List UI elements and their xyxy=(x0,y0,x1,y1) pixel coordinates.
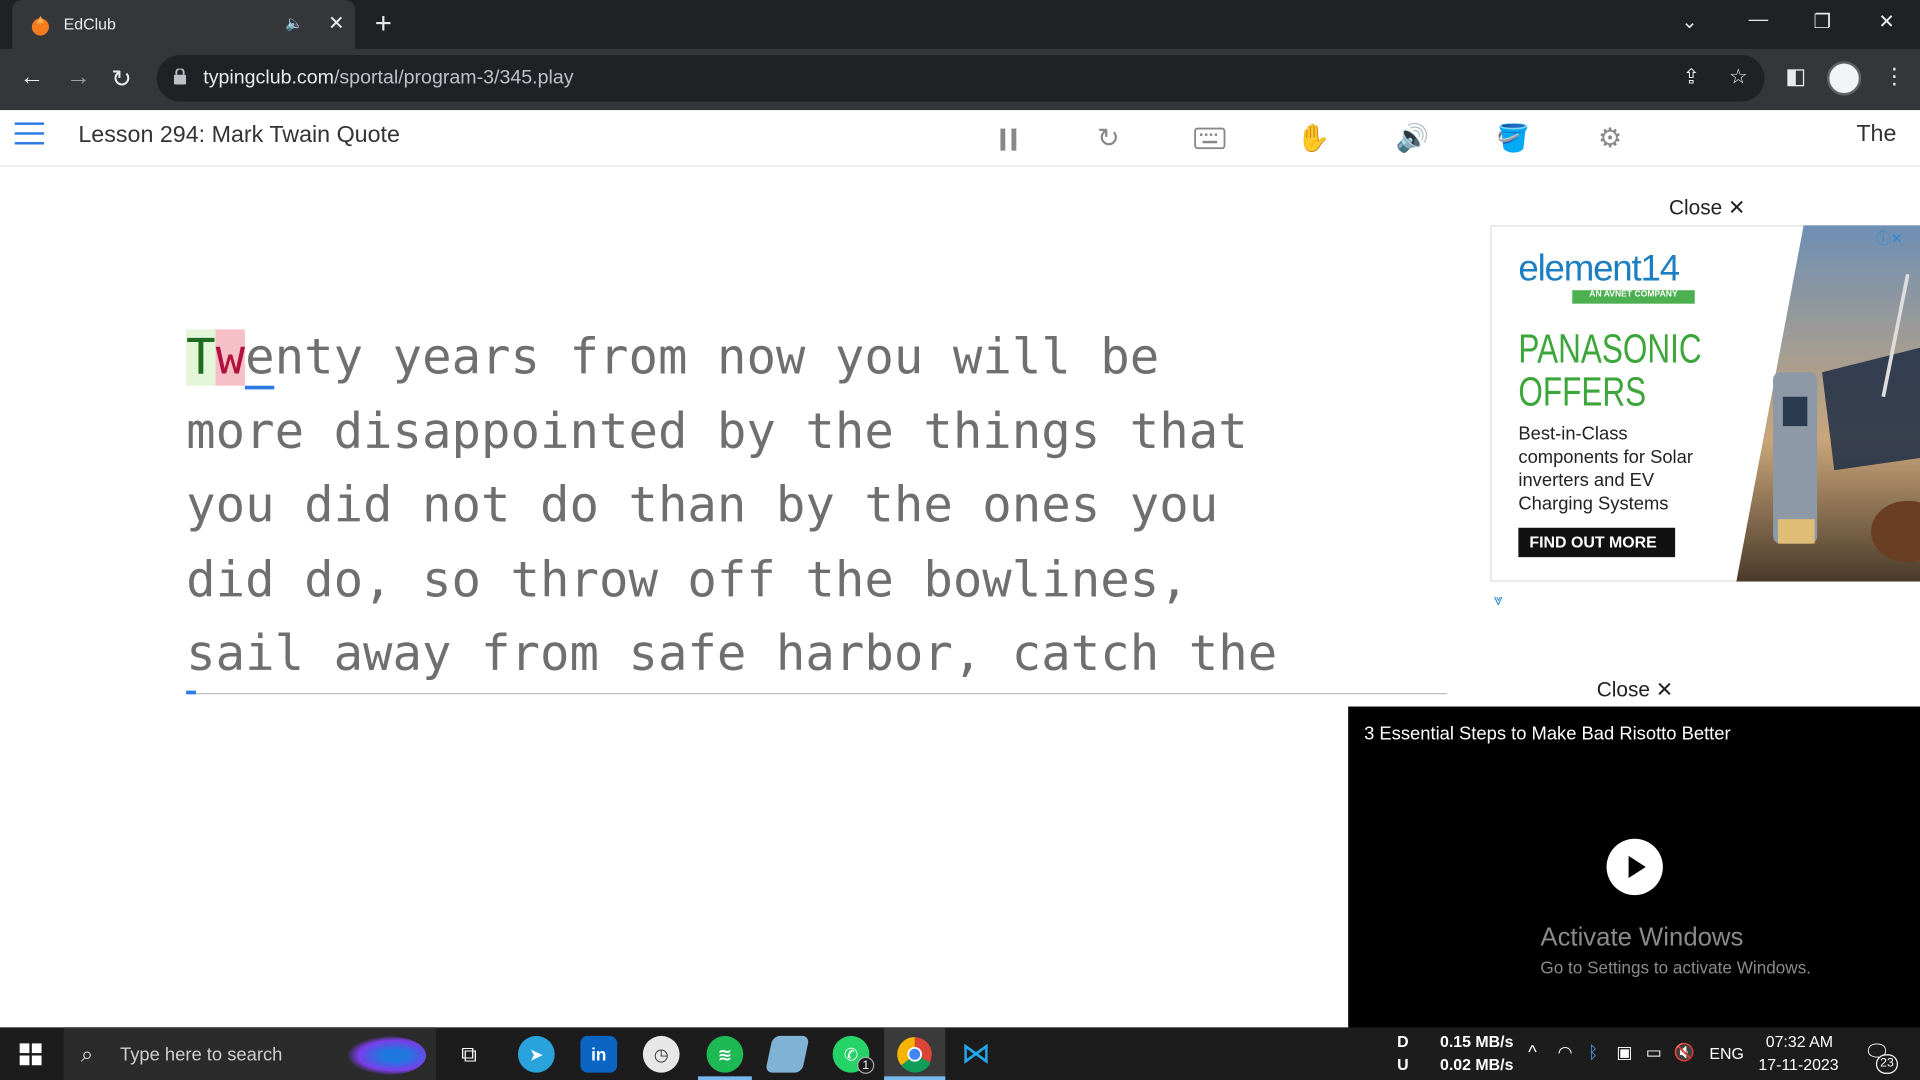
profile-avatar[interactable] xyxy=(1826,61,1862,96)
menu-icon[interactable] xyxy=(14,122,45,146)
typing-line: you did not do than by the ones you xyxy=(186,477,1219,534)
typed-correct-char: T xyxy=(186,329,216,386)
bookmark-star-icon[interactable]: ☆ xyxy=(1729,65,1748,89)
activate-windows-subtitle: Go to Settings to activate Windows. xyxy=(1540,957,1812,978)
typing-divider xyxy=(186,693,1448,695)
settings-icon[interactable]: ⚙ xyxy=(1598,122,1622,154)
lesson-header: Lesson 294: Mark Twain Quote ↻ ✋ 🔊 🪣 ⚙ T… xyxy=(0,110,1920,167)
ad-info-icon[interactable]: ⓘ✕ xyxy=(1876,228,1903,249)
clock-time[interactable]: 07:32 AM xyxy=(1766,1032,1833,1050)
net-up-speed: 0.02 MB/s xyxy=(1440,1055,1514,1074)
tray-chevron-icon[interactable]: ^ xyxy=(1528,1042,1537,1063)
sound-icon[interactable]: 🔊 xyxy=(1396,122,1430,154)
close-video-button[interactable]: Close ✕ xyxy=(1597,678,1673,702)
task-view-icon[interactable]: ⧉ xyxy=(451,1036,488,1073)
reload-icon[interactable]: ↻ xyxy=(111,64,132,95)
hand-icon[interactable]: ✋ xyxy=(1297,122,1331,154)
clock-app-icon[interactable]: ◷ xyxy=(642,1035,680,1073)
tab-close-icon[interactable]: ✕ xyxy=(328,11,344,35)
url-text: typingclub.com/sportal/program-3/345.pla… xyxy=(203,67,574,89)
search-placeholder: Type here to search xyxy=(120,1044,283,1066)
chrome-icon xyxy=(897,1037,932,1073)
wifi-icon[interactable]: ◠ xyxy=(1558,1042,1573,1063)
typing-line: more disappointed by the things that xyxy=(186,403,1248,460)
back-icon[interactable]: ← xyxy=(20,64,44,92)
ad-network-icon[interactable]: ⩔ xyxy=(1494,590,1503,610)
restart-icon[interactable]: ↻ xyxy=(1097,122,1120,154)
chrome-active-indicator xyxy=(884,1076,946,1080)
linkedin-icon[interactable]: in xyxy=(580,1035,618,1073)
bluetooth-icon[interactable]: ᛒ xyxy=(1588,1042,1598,1062)
share-icon[interactable]: ⇪ xyxy=(1682,65,1699,89)
header-right-text: The xyxy=(1856,121,1897,147)
notes-app-icon[interactable] xyxy=(765,1035,810,1073)
video-title: 3 Essential Steps to Make Bad Risotto Be… xyxy=(1364,723,1731,745)
language-indicator[interactable]: ENG xyxy=(1709,1044,1743,1062)
battery-icon[interactable]: ▭ xyxy=(1646,1042,1662,1063)
whatsapp-badge: 1 xyxy=(857,1056,875,1074)
browser-tab[interactable]: EdClub 🔈 ✕ xyxy=(12,0,356,49)
chrome-taskbar-slot[interactable] xyxy=(884,1027,946,1080)
net-up-label: U xyxy=(1397,1055,1409,1074)
net-down-speed: 0.15 MB/s xyxy=(1440,1032,1514,1051)
lock-icon xyxy=(173,68,187,85)
video-ad-player[interactable]: 3 Essential Steps to Make Bad Risotto Be… xyxy=(1348,706,1920,1029)
search-icon: ⌕ xyxy=(80,1042,94,1067)
vscode-icon[interactable]: ⋈ xyxy=(958,1036,995,1073)
restore-button[interactable]: ❐ xyxy=(1813,10,1831,34)
spotify-icon[interactable]: ≋ xyxy=(706,1035,744,1073)
close-window-button[interactable]: ✕ xyxy=(1878,10,1894,34)
keyboard-icon[interactable] xyxy=(1194,127,1226,150)
typing-line: sail away from safe harbor, catch the xyxy=(186,625,1278,683)
pause-icon[interactable] xyxy=(998,126,1020,153)
chrome-menu-icon[interactable]: ⋮ xyxy=(1883,64,1905,90)
cortana-icon[interactable] xyxy=(347,1035,427,1076)
activate-windows-title: Activate Windows xyxy=(1540,923,1744,952)
minimize-button[interactable]: — xyxy=(1749,10,1769,32)
notification-count: 23 xyxy=(1875,1054,1898,1074)
tab-audio-icon[interactable]: 🔈 xyxy=(285,15,303,32)
ad-ev-charger-image xyxy=(1736,225,1920,582)
theme-paint-icon[interactable]: 🪣 xyxy=(1496,122,1530,154)
clock-date[interactable]: 17-11-2023 xyxy=(1758,1056,1838,1074)
pending-text: nty years from now you will be xyxy=(274,329,1160,386)
taskbar-search-box[interactable]: ⌕ Type here to search xyxy=(63,1027,436,1080)
forward-icon[interactable]: → xyxy=(66,64,90,92)
telegram-icon[interactable]: ➤ xyxy=(517,1035,555,1073)
lesson-title: Lesson 294: Mark Twain Quote xyxy=(78,122,400,149)
side-panel-icon[interactable]: ◧ xyxy=(1785,64,1806,90)
play-icon[interactable] xyxy=(1606,838,1663,896)
address-bar[interactable]: typingclub.com/sportal/program-3/345.pla… xyxy=(156,55,1765,102)
new-tab-button[interactable]: + xyxy=(375,7,392,41)
tab-title: EdClub xyxy=(63,14,116,34)
tab-search-icon[interactable]: ⌄ xyxy=(1681,10,1697,34)
typing-text-area[interactable]: Twenty years from now you will be more d… xyxy=(186,321,1459,691)
typing-line: did do, so throw off the bowlines, xyxy=(186,551,1189,608)
spotify-active-indicator xyxy=(697,1076,752,1080)
windows-start-icon[interactable] xyxy=(19,1043,42,1066)
tab-strip: EdClub 🔈 ✕ + ⌄ — ❐ ✕ xyxy=(0,0,1920,49)
typing-line: Twenty years from now you will be xyxy=(186,321,1459,395)
edclub-favicon-icon xyxy=(31,15,49,36)
close-ad-button[interactable]: Close ✕ xyxy=(1669,196,1745,220)
windows-taskbar: ⌕ Type here to search ⧉ ➤ in ◷ ≋ ✆ 1 ⋈ D… xyxy=(0,1027,1920,1080)
display-icon[interactable]: ▣ xyxy=(1616,1042,1632,1063)
net-down-label: D xyxy=(1397,1032,1409,1051)
typing-progress xyxy=(186,690,196,695)
browser-toolbar: ← → ↻ typingclub.com/sportal/program-3/3… xyxy=(0,48,1920,111)
volume-muted-icon[interactable]: 🔇 xyxy=(1674,1042,1695,1063)
typed-wrong-char: w xyxy=(215,329,246,386)
cursor-char: e xyxy=(245,329,275,390)
